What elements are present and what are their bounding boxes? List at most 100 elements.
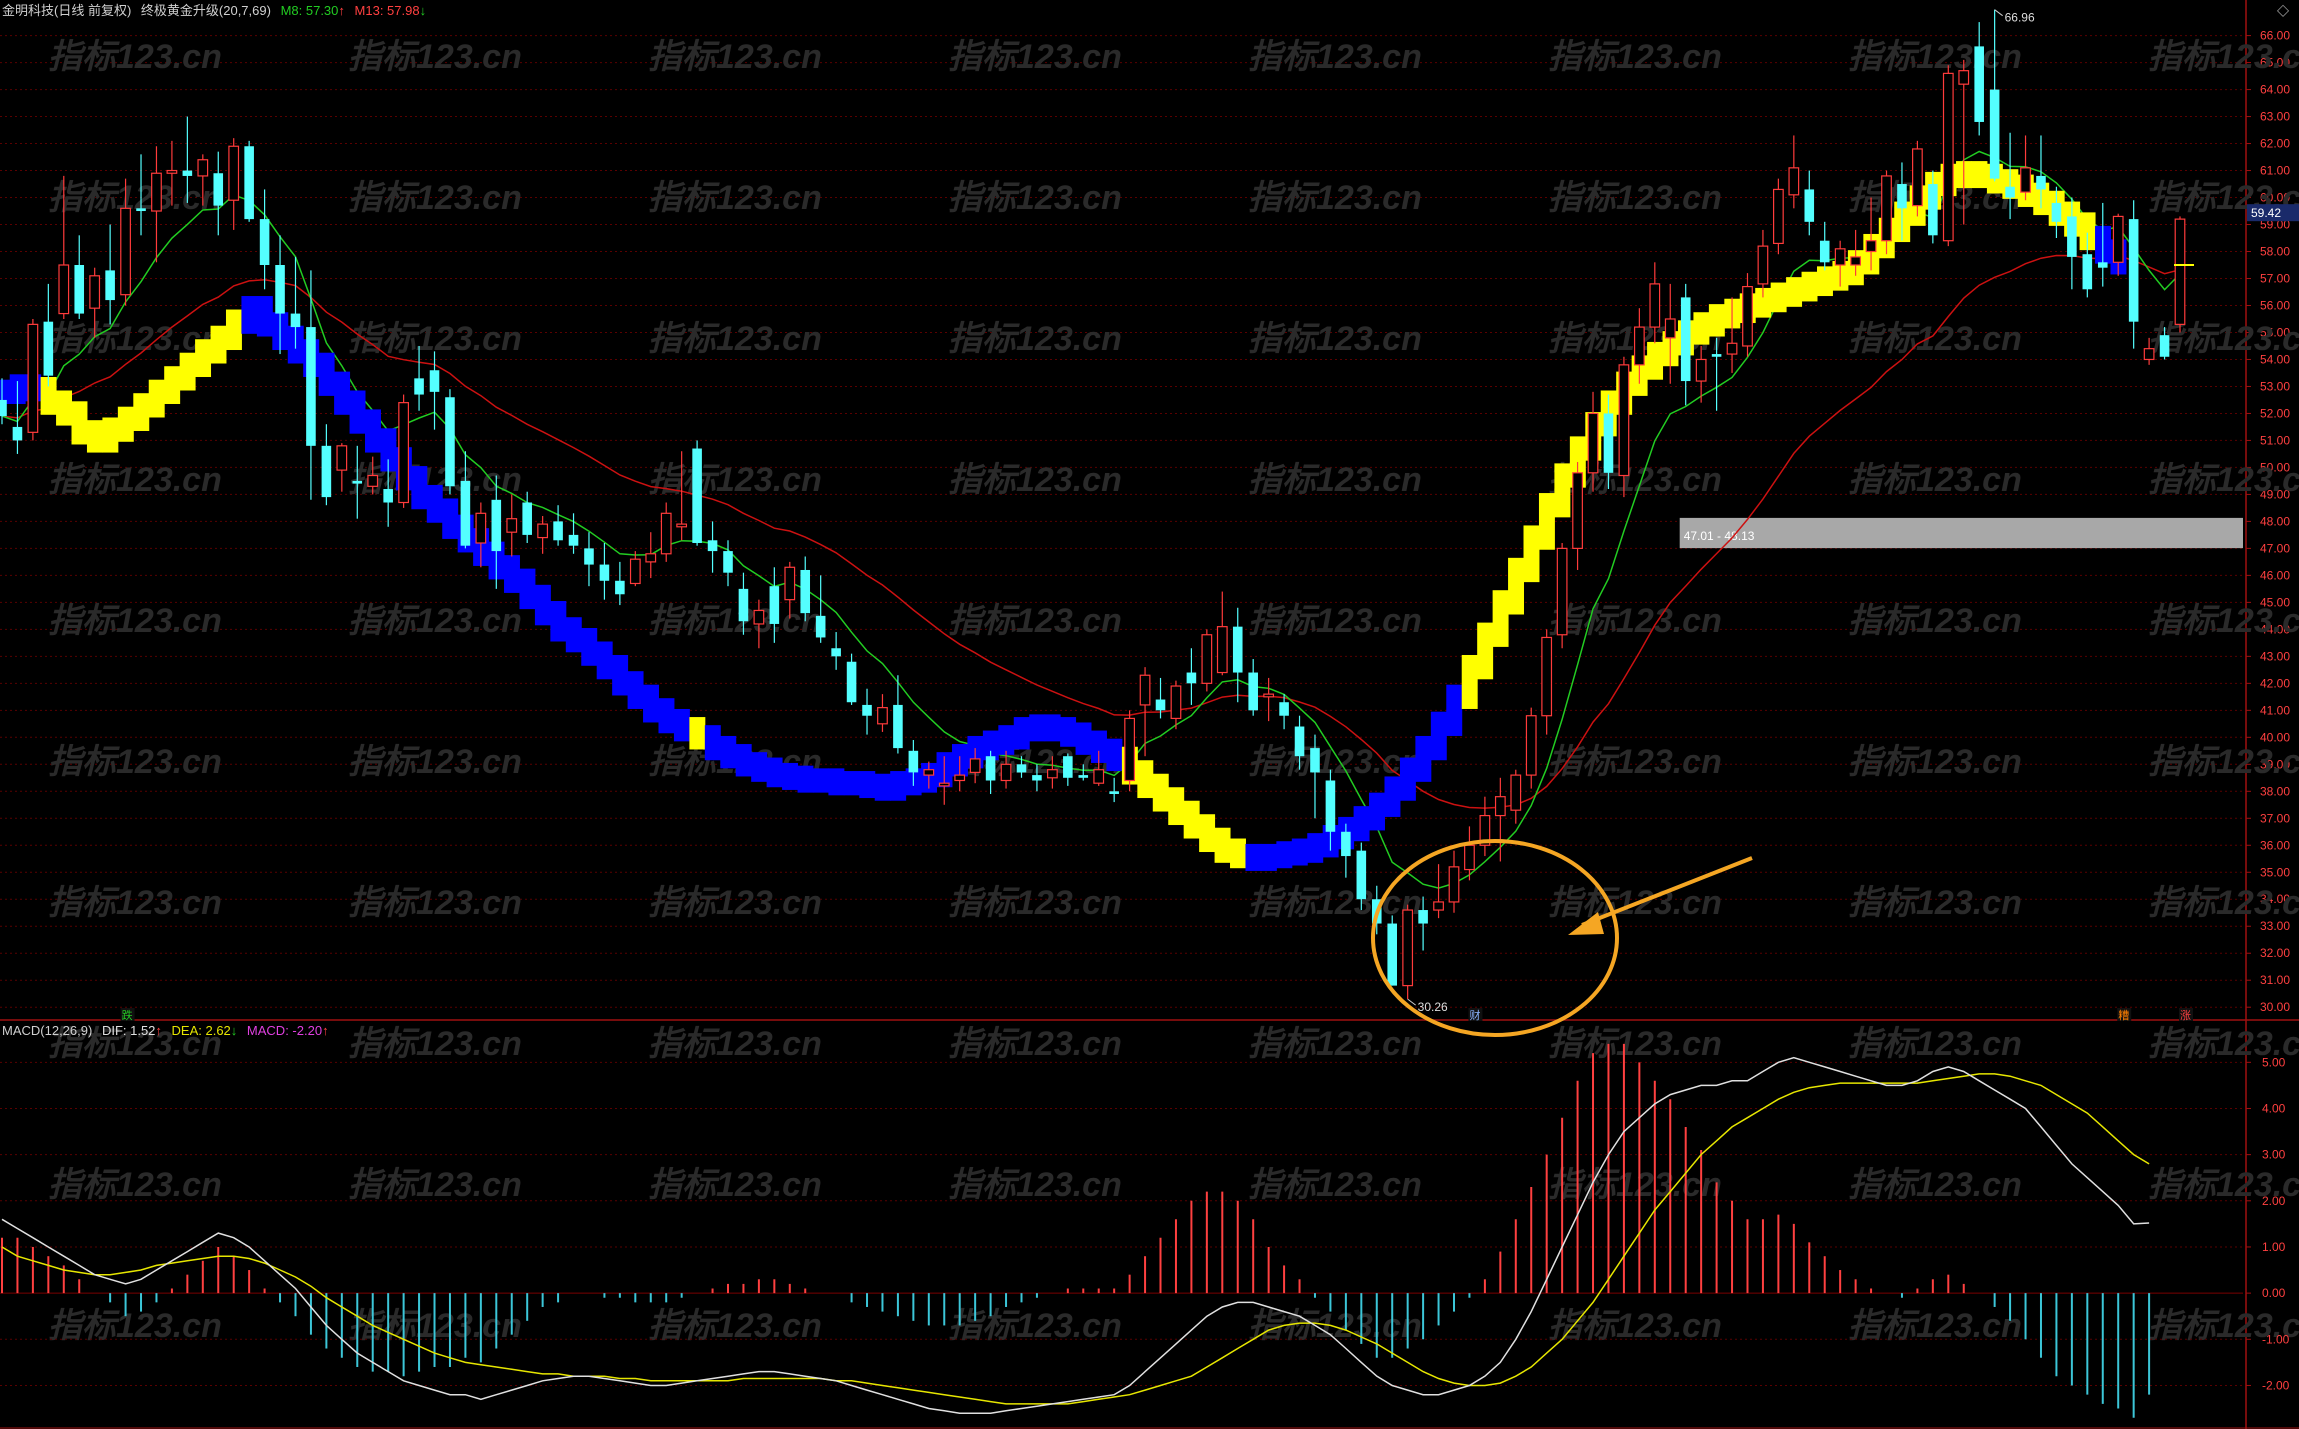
candle: [306, 270, 316, 500]
candle-body: [615, 580, 625, 595]
watermark-text: 指标123.cn: [1548, 38, 1722, 76]
watermark-text: 指标123.cn: [648, 884, 822, 922]
watermark-text: 指标123.cn: [348, 743, 522, 781]
gold-band-block: [164, 366, 181, 404]
candle: [1479, 796, 1491, 857]
gold-band-block: [1415, 735, 1432, 782]
candle-body: [1680, 297, 1691, 382]
gold-band-block: [426, 484, 443, 523]
candle: [1664, 283, 1676, 384]
macd-arrow-icon: ↑: [322, 1023, 329, 1038]
watermark-text: 指标123.cn: [1248, 1025, 1422, 1063]
gold-band-block: [534, 584, 551, 626]
candle-body: [1556, 547, 1568, 636]
candle: [1186, 648, 1197, 705]
candle-body: [1046, 769, 1058, 779]
candle-body: [1572, 472, 1583, 549]
candle-body: [1726, 342, 1738, 355]
watermark-text: 指标123.cn: [1848, 1025, 2022, 1063]
candle: [1510, 769, 1522, 824]
candle: [27, 318, 39, 441]
candle: [213, 151, 224, 236]
candle-body: [1078, 775, 1089, 778]
candle-body: [1000, 763, 1012, 782]
candle-body: [707, 540, 718, 552]
kline-chart-canvas[interactable]: 30.0031.0032.0033.0034.0035.0036.0037.00…: [0, 0, 2299, 1429]
gold-band-block: [720, 735, 737, 769]
candle-body: [1124, 717, 1136, 782]
gold-band-block: [195, 339, 212, 378]
watermark-text: 指标123.cn: [1248, 1166, 1422, 1204]
watermark-text: 指标123.cn: [48, 743, 222, 781]
candle-body: [1387, 923, 1398, 986]
price-tick-label: 36.00: [2260, 838, 2290, 852]
watermark-text: 指标123.cn: [948, 602, 1122, 640]
watermark-text: 指标123.cn: [1248, 38, 1422, 76]
gold-band-block: [1770, 282, 1787, 313]
gold-band-block: [241, 296, 258, 334]
candle: [1201, 629, 1213, 692]
main-chart-header: 金明科技(日线 前复权) 终极黄金升级(20,7,69) M8: 57.30↑ …: [2, 0, 426, 19]
watermark-text: 指标123.cn: [1548, 1166, 1722, 1204]
candle: [1541, 629, 1553, 735]
candle: [985, 750, 996, 794]
candle-body: [244, 146, 254, 220]
price-tick-label: 43.00: [2260, 649, 2290, 663]
candle-body: [89, 275, 101, 309]
gold-band-block: [210, 325, 227, 364]
candle: [1912, 140, 1923, 217]
settings-button[interactable]: ◇: [2274, 2, 2292, 20]
candle-body: [2174, 218, 2186, 325]
candle: [1232, 607, 1243, 703]
gold-band-block: [1461, 654, 1478, 709]
candle-body: [2005, 186, 2015, 198]
candle-body: [506, 518, 518, 533]
candle-body: [1418, 910, 1428, 924]
gold-band-block: [643, 684, 659, 723]
candle-body: [306, 327, 316, 446]
gold-band-block: [133, 393, 150, 431]
macd-histogram: [1, 1043, 2151, 1418]
watermark-text: 指标123.cn: [48, 602, 222, 640]
gold-band-block: [1477, 622, 1494, 680]
candle: [660, 502, 672, 562]
candle-body: [352, 480, 363, 484]
candle: [1448, 850, 1460, 913]
stock-title: 金明科技(日线 前复权): [2, 3, 132, 18]
gold-band-block: [1291, 838, 1308, 866]
gold-band-block: [334, 371, 351, 415]
macd-tick-label: 2.00: [2262, 1194, 2286, 1208]
candle-body: [1186, 672, 1197, 684]
candle: [707, 521, 718, 573]
candle: [1772, 178, 1784, 255]
watermark-text: 指标123.cn: [1848, 1166, 2022, 1204]
gold-band-block: [828, 768, 845, 796]
gold-band-block: [148, 379, 165, 418]
candle: [1124, 710, 1136, 792]
price-tick-label: 63.00: [2260, 110, 2290, 124]
price-tick-label: 35.00: [2260, 865, 2290, 879]
candle-body: [938, 782, 950, 787]
candle-body: [1865, 240, 1877, 253]
macd-indicator-name: MACD(12,26,9): [2, 1023, 93, 1038]
dea-arrow-icon: ↓: [230, 1023, 238, 1038]
candle: [1804, 170, 1815, 236]
price-tick-label: 53.00: [2260, 379, 2290, 393]
gold-band-block: [859, 771, 876, 799]
gold-band-block: [1106, 738, 1123, 772]
macd-tick-label: 5.00: [2262, 1055, 2286, 1069]
gold-band-block: [766, 757, 783, 788]
candle-body: [1525, 715, 1537, 776]
candle-body: [831, 648, 841, 657]
m8-arrow-icon: ↑: [338, 3, 345, 18]
gold-band-block: [1369, 792, 1385, 831]
candle-body: [58, 264, 70, 315]
price-tick-label: 38.00: [2260, 784, 2290, 798]
candle-body: [43, 321, 54, 376]
candle-body: [1093, 769, 1105, 784]
candle: [336, 443, 348, 492]
price-tick-label: 52.00: [2260, 406, 2290, 420]
macd-tick-label: -1.00: [2262, 1332, 2290, 1346]
candle-body: [877, 707, 888, 725]
watermark-text: 指标123.cn: [1548, 179, 1722, 217]
